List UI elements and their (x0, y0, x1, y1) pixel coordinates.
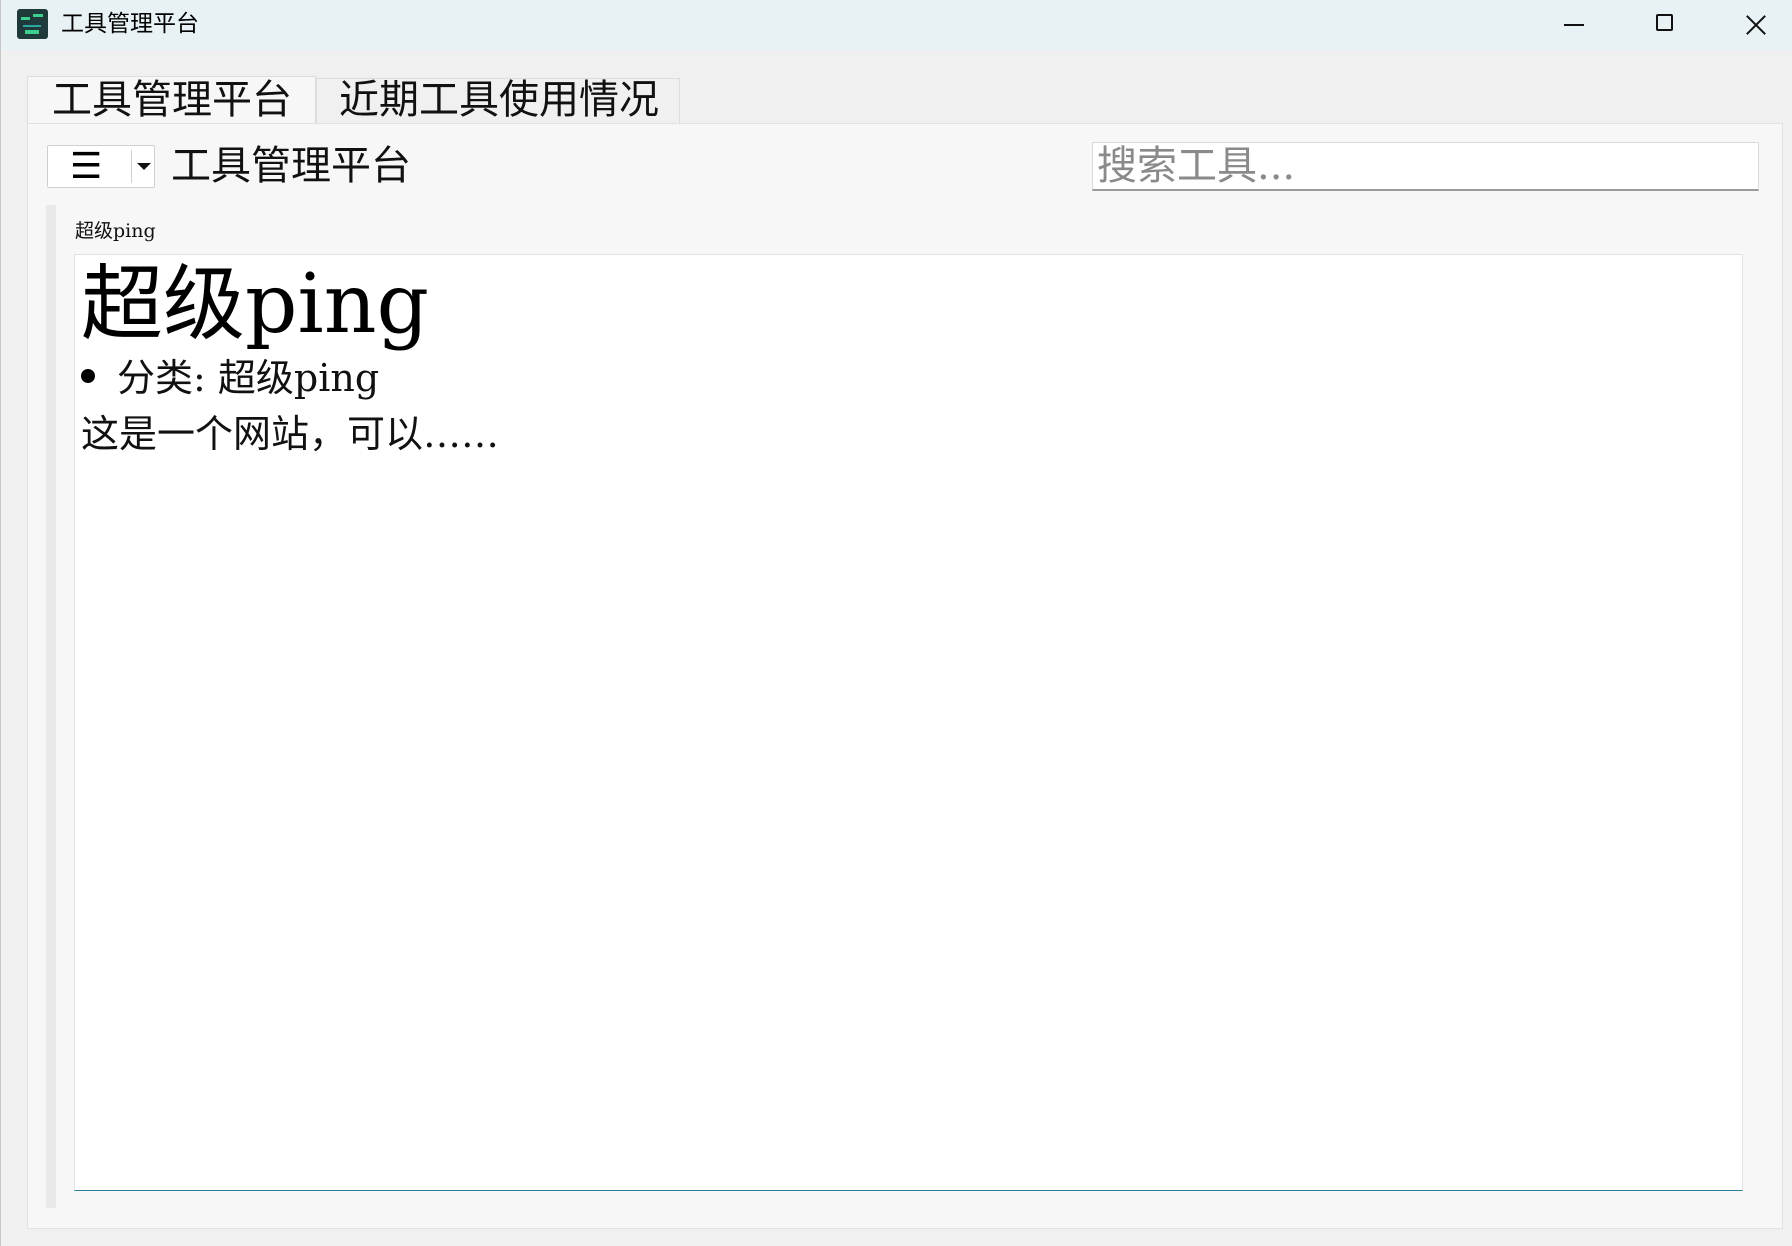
tool-description: 这是一个网站，可以…… (81, 412, 500, 456)
chevron-down-icon[interactable] (137, 163, 151, 170)
bullet-icon (81, 369, 95, 383)
app-window: 工具管理平台 工具管理平台 近期工具使用情况 ☰ 工具管理平台 超级ping 超… (0, 0, 1792, 1246)
search-input[interactable] (1092, 142, 1759, 191)
maximize-button[interactable] (1619, 0, 1711, 50)
tool-detail-view[interactable]: 超级ping 分类: 超级ping 这是一个网站，可以…… (74, 254, 1743, 1191)
hamburger-menu-icon: ☰ (70, 146, 103, 187)
tool-category-text: 分类: 超级ping (117, 356, 380, 400)
menu-dropdown-button[interactable]: ☰ (47, 145, 155, 188)
tab-label: 工具管理平台 (52, 77, 292, 123)
window-title: 工具管理平台 (61, 11, 199, 37)
tool-heading: 超级ping (81, 257, 430, 352)
scroll-area-edge (46, 205, 56, 1208)
tab-tool-management[interactable]: 工具管理平台 (27, 76, 316, 124)
tool-category-item: 分类: 超级ping (81, 355, 379, 401)
close-button[interactable] (1711, 0, 1792, 50)
button-divider (131, 150, 132, 183)
tab-recent-usage[interactable]: 近期工具使用情况 (316, 77, 680, 123)
minimize-icon (1564, 24, 1584, 26)
maximize-icon (1656, 14, 1673, 31)
app-logo-icon (17, 9, 48, 39)
tab-label: 近期工具使用情况 (339, 77, 659, 123)
minimize-button[interactable] (1527, 0, 1619, 50)
tool-card-label: 超级ping (75, 220, 156, 242)
title-bar[interactable]: 工具管理平台 (1, 0, 1792, 50)
page-title: 工具管理平台 (171, 143, 411, 189)
